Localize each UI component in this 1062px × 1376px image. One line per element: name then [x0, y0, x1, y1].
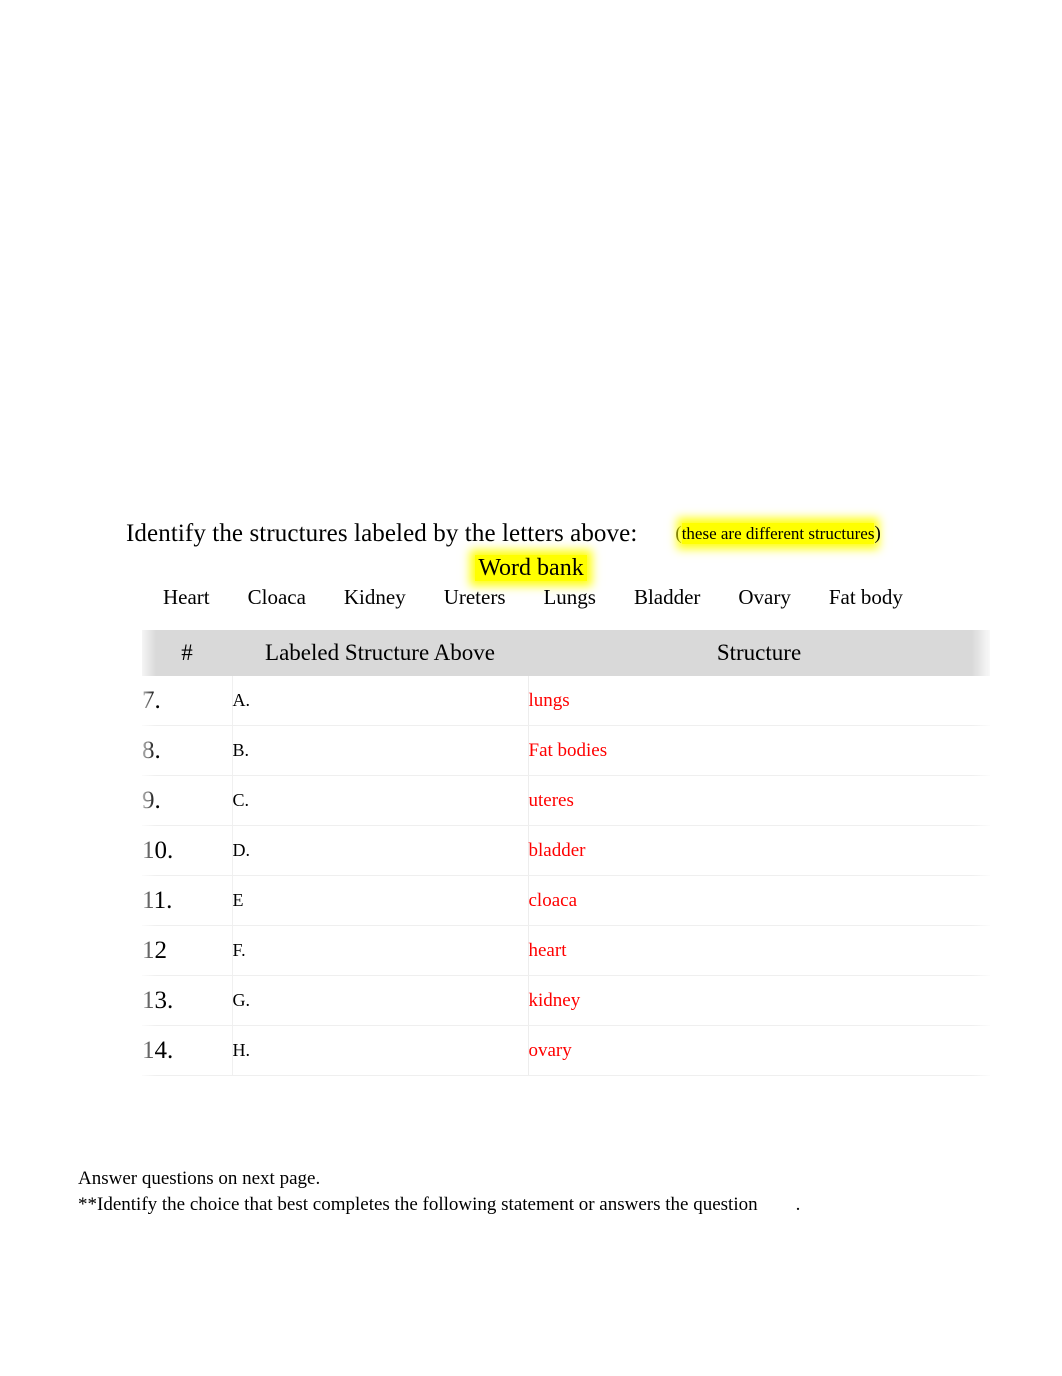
document-page: Identify the structures labeled by the l…: [0, 0, 1062, 1376]
footer-text: Answer questions on next page. **Identif…: [78, 1166, 978, 1218]
row-structure-answer[interactable]: heart: [528, 925, 990, 976]
row-structure-answer[interactable]: kidney: [528, 975, 990, 1026]
answers-table-container: # Labeled Structure Above Structure 7. A…: [142, 630, 990, 1100]
prompt-line: Identify the structures labeled by the l…: [126, 518, 1026, 552]
word-bank-term-kidney: Kidney: [343, 585, 406, 609]
word-bank-term-ureters: Ureters: [443, 585, 506, 609]
row-letter: A.: [232, 676, 529, 726]
word-bank-term-bladder: Bladder: [633, 585, 701, 609]
word-bank-term-lungs: Lungs: [543, 585, 596, 609]
answers-table: # Labeled Structure Above Structure 7. A…: [142, 630, 990, 1076]
word-bank-title-text: Word bank: [475, 555, 587, 581]
note-highlighted-text: these are different structures: [681, 523, 875, 544]
table-row: 11. E cloaca: [142, 875, 990, 926]
row-structure-answer[interactable]: lungs: [528, 676, 990, 726]
footer-line-2-period: .: [795, 1194, 801, 1215]
row-letter: D.: [232, 825, 529, 876]
word-bank-title: Word bank: [0, 553, 1062, 583]
row-structure-answer[interactable]: bladder: [528, 825, 990, 876]
footer-line-1: Answer questions on next page.: [78, 1168, 321, 1189]
word-bank-term-cloaca: Cloaca: [247, 585, 306, 609]
column-header-labeled-structure: Labeled Structure Above: [232, 630, 528, 676]
word-bank-terms: Heart Cloaca Kidney Ureters Lungs Bladde…: [163, 584, 903, 611]
row-number: 14.: [142, 1025, 233, 1076]
row-number: 12: [142, 925, 233, 976]
word-bank-term-heart: Heart: [163, 585, 210, 609]
note-close-paren: ): [874, 523, 881, 544]
row-number: 9.: [142, 775, 233, 826]
row-letter: G.: [232, 975, 529, 1026]
footer-line-2-text: **Identify the choice that best complete…: [78, 1194, 758, 1215]
note-open-paren: (: [675, 523, 682, 544]
table-header-row: # Labeled Structure Above Structure: [142, 630, 990, 676]
row-letter: B.: [232, 725, 529, 776]
word-bank-term-ovary: Ovary: [738, 585, 791, 609]
table-row: 12 F. heart: [142, 925, 990, 976]
row-letter: H.: [232, 1025, 529, 1076]
row-number: 10.: [142, 825, 233, 876]
row-number: 13.: [142, 975, 233, 1026]
footer-line-2: **Identify the choice that best complete…: [78, 1192, 978, 1218]
prompt-text: Identify the structures labeled by the l…: [126, 520, 638, 547]
row-number: 8.: [142, 725, 233, 776]
row-number: 7.: [142, 676, 233, 726]
row-letter: F.: [232, 925, 529, 976]
row-structure-answer[interactable]: Fat bodies: [528, 725, 990, 776]
prompt-note: (these are different structures): [675, 523, 881, 544]
column-header-number: #: [142, 630, 232, 676]
table-row: 10. D. bladder: [142, 825, 990, 876]
row-letter: C.: [232, 775, 529, 826]
table-row: 9. C. uteres: [142, 775, 990, 826]
row-letter: E: [232, 875, 529, 926]
row-structure-answer[interactable]: cloaca: [528, 875, 990, 926]
word-bank-term-fat-body: Fat body: [828, 585, 903, 609]
row-number: 11.: [142, 875, 233, 926]
answers-table-body: 7. A. lungs 8. B. Fat bodies 9. C. utere…: [142, 676, 990, 1076]
row-structure-answer[interactable]: uteres: [528, 775, 990, 826]
table-row: 8. B. Fat bodies: [142, 725, 990, 776]
table-row: 13. G. kidney: [142, 975, 990, 1026]
answers-table-header: # Labeled Structure Above Structure: [142, 630, 990, 676]
row-structure-answer[interactable]: ovary: [528, 1025, 990, 1076]
table-row: 14. H. ovary: [142, 1025, 990, 1076]
column-header-structure: Structure: [528, 630, 990, 676]
table-row: 7. A. lungs: [142, 676, 990, 726]
